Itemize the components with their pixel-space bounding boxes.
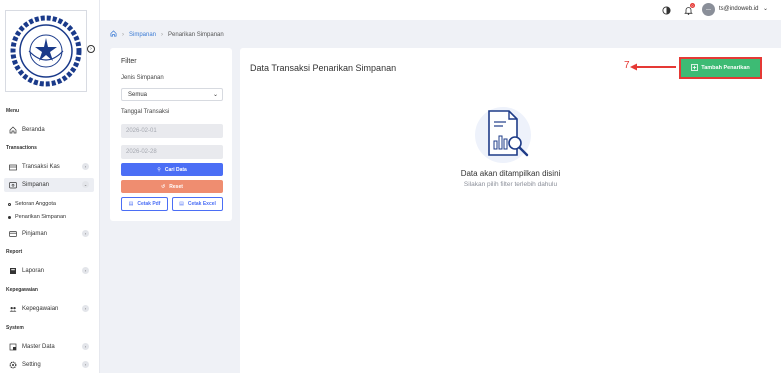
topbar bbox=[100, 0, 781, 20]
home-icon bbox=[9, 126, 17, 134]
chevron-right-icon: › bbox=[82, 343, 89, 350]
empty-report-icon bbox=[473, 105, 533, 165]
button-label: Tambah Penarikan bbox=[701, 65, 750, 71]
sidebar-item-label: Setting bbox=[22, 362, 41, 368]
chevron-right-icon: › bbox=[82, 230, 89, 237]
reset-button[interactable]: ↺ Reset bbox=[121, 180, 223, 193]
section-label-system: System bbox=[6, 325, 24, 331]
sidebar-subitem-setoran-anggota[interactable]: Setoran Anggota bbox=[8, 201, 56, 207]
theme-toggle-icon[interactable] bbox=[661, 5, 671, 15]
sidebar-item-label: Transaksi Kas bbox=[22, 164, 60, 170]
pdf-file-icon: ▤ bbox=[128, 201, 134, 207]
tambah-penarikan-button[interactable]: Tambah Penarikan bbox=[679, 57, 762, 79]
button-label: Cetak Pdf bbox=[137, 201, 161, 207]
cari-data-button[interactable]: ⚲ Cari Data bbox=[121, 163, 223, 176]
select-value: Semua bbox=[128, 91, 148, 98]
sidebar-item-label: Laporan bbox=[22, 268, 45, 274]
sidebar-subitem-label: Penarikan Simpanan bbox=[15, 214, 67, 220]
breadcrumb-separator: › bbox=[161, 31, 164, 38]
empty-state-subtitle: Silakan pilih filter terlebih dahulu bbox=[463, 181, 558, 188]
chevron-right-icon: › bbox=[82, 361, 89, 368]
chevron-right-icon: › bbox=[82, 267, 89, 274]
sidebar: › Menu Beranda Transactions Transaksi Ka… bbox=[0, 0, 100, 373]
chevron-right-icon: › bbox=[82, 163, 89, 170]
jenis-simpanan-select[interactable]: Semua ⌄ bbox=[121, 88, 223, 101]
sidebar-item-laporan[interactable]: Laporan › bbox=[4, 264, 94, 278]
sidebar-item-label: Kepegawaian bbox=[22, 306, 59, 312]
cetak-excel-button[interactable]: ▤ Cetak Excel bbox=[172, 197, 223, 211]
sidebar-item-kepegawaian[interactable]: Kepegawaian › bbox=[4, 302, 94, 316]
report-icon bbox=[9, 267, 17, 275]
reset-icon: ↺ bbox=[161, 183, 166, 190]
breadcrumb-simpanan[interactable]: Simpanan bbox=[129, 32, 156, 38]
empty-state-title: Data akan ditampilkan disini bbox=[460, 169, 561, 178]
date-from-input[interactable]: 2026-02-01 bbox=[121, 124, 223, 138]
chevron-right-icon: › bbox=[82, 305, 89, 312]
excel-file-icon: ▤ bbox=[179, 201, 184, 207]
filter-title: Filter bbox=[121, 58, 137, 65]
main-panel: Data Transaksi Penarikan Simpanan 7 Tamb… bbox=[240, 48, 781, 373]
sidebar-item-beranda[interactable]: Beranda bbox=[4, 123, 94, 137]
section-label-kepegawaian: Kepegawaian bbox=[6, 287, 38, 293]
notification-badge: 0 bbox=[690, 3, 695, 8]
page-title: Data Transaksi Penarikan Simpanan bbox=[250, 63, 397, 73]
bullet-icon bbox=[8, 215, 11, 219]
plus-square-icon bbox=[691, 63, 699, 73]
chevron-down-icon: ⌄ bbox=[82, 181, 89, 188]
annotation-arrow bbox=[630, 63, 676, 71]
sidebar-item-simpanan[interactable]: Simpanan ⌄ bbox=[4, 178, 94, 192]
cash-register-icon bbox=[9, 163, 17, 171]
filter-panel: Filter Jenis Simpanan Semua ⌄ Tanggal Tr… bbox=[110, 48, 232, 221]
sidebar-collapse-button[interactable]: › bbox=[87, 45, 95, 53]
avatar[interactable]: — bbox=[702, 3, 715, 16]
sidebar-subitem-penarikan-simpanan[interactable]: Penarikan Simpanan bbox=[8, 214, 66, 220]
section-label-transactions: Transactions bbox=[6, 145, 37, 151]
sidebar-item-master-data[interactable]: Master Data › bbox=[4, 340, 94, 354]
user-email[interactable]: ts@indoweb.id bbox=[719, 6, 758, 12]
button-label: Reset bbox=[169, 183, 183, 190]
sidebar-item-label: Beranda bbox=[22, 127, 45, 133]
button-label: Cari Data bbox=[164, 166, 187, 173]
wallet-icon bbox=[9, 181, 17, 189]
jenis-simpanan-label: Jenis Simpanan bbox=[121, 75, 164, 81]
chevron-down-icon[interactable]: ⌄ bbox=[763, 5, 768, 12]
breadcrumb: › Simpanan › Penarikan Simpanan bbox=[110, 30, 224, 39]
sidebar-item-label: Master Data bbox=[22, 344, 55, 350]
search-icon: ⚲ bbox=[157, 166, 161, 173]
sidebar-item-pinjaman[interactable]: Pinjaman › bbox=[4, 227, 94, 241]
sidebar-item-label: Pinjaman bbox=[22, 231, 48, 237]
credit-card-icon bbox=[9, 230, 17, 238]
database-icon bbox=[9, 343, 17, 351]
chevron-down-icon: ⌄ bbox=[212, 92, 218, 98]
cetak-pdf-button[interactable]: ▤ Cetak Pdf bbox=[121, 197, 168, 211]
section-label-report: Report bbox=[6, 249, 23, 255]
button-label: Cetak Excel bbox=[187, 201, 216, 207]
breadcrumb-current: Penarikan Simpanan bbox=[168, 31, 224, 38]
sidebar-item-setting[interactable]: Setting › bbox=[4, 358, 94, 372]
annotation-step-number: 7 bbox=[624, 60, 630, 71]
tanggal-transaksi-label: Tanggal Transaksi bbox=[121, 109, 170, 115]
home-icon[interactable] bbox=[110, 30, 117, 39]
user-icon: — bbox=[706, 6, 711, 13]
sidebar-item-transaksi-kas[interactable]: Transaksi Kas › bbox=[4, 160, 94, 174]
sidebar-item-label: Simpanan bbox=[22, 182, 50, 188]
section-label-menu: Menu bbox=[6, 108, 20, 114]
cooperative-logo-icon bbox=[10, 15, 82, 87]
date-to-input[interactable]: 2026-02-28 bbox=[121, 145, 223, 159]
sidebar-subitem-label: Setoran Anggota bbox=[15, 201, 56, 207]
logo[interactable] bbox=[5, 10, 87, 92]
users-icon bbox=[9, 305, 17, 313]
chevron-right-icon: › bbox=[90, 45, 92, 52]
gear-icon bbox=[9, 361, 17, 369]
breadcrumb-separator: › bbox=[122, 31, 124, 38]
bullet-icon bbox=[8, 202, 11, 206]
